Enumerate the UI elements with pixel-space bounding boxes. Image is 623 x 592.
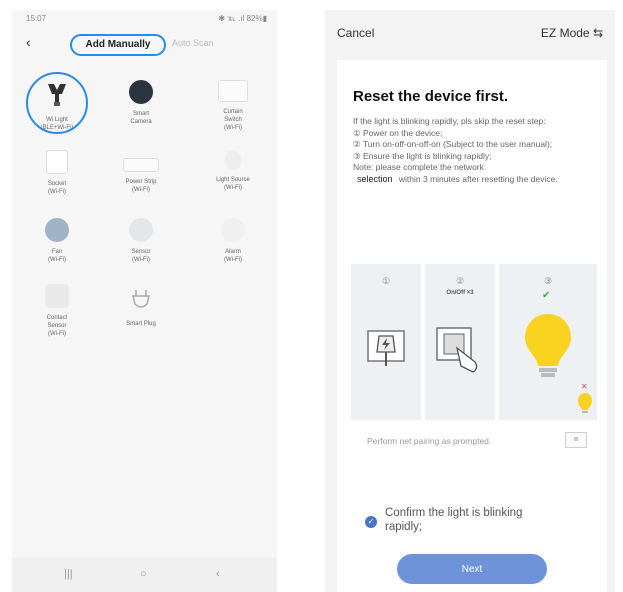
status-icons: ✱ ℡ .ıl 82%▮: [218, 14, 267, 23]
panel-power-on: ①: [351, 264, 421, 420]
device-label: Contact Sensor (Wi-Fi): [46, 315, 68, 337]
next-button[interactable]: Next: [397, 554, 547, 584]
step-number: ①: [381, 276, 391, 286]
ez-mode-switch[interactable]: EZ Mode ⇆: [541, 26, 603, 40]
confirm-label: Confirm the light is blinking rapidly;: [385, 506, 545, 534]
power-strip-icon: [123, 158, 159, 172]
sensor-icon: [129, 218, 153, 242]
switch-icon: [218, 80, 248, 102]
device-light-source[interactable]: Light Source (Wi-Fi): [198, 150, 268, 192]
device-label: Curtain Switch (Wi-Fi): [223, 109, 243, 131]
tab-auto-scan[interactable]: Auto Scan: [172, 38, 214, 48]
intro-text: If the light is blinking rapidly, pls sk…: [353, 116, 546, 126]
highlight-circle: [26, 72, 88, 134]
device-power-strip[interactable]: Power Strip (Wi-Fi): [106, 150, 176, 194]
plug-icon: [126, 284, 156, 314]
panel-blinking-light: ③ ✔ ✕: [499, 264, 597, 420]
step-number: ③: [543, 276, 553, 286]
camera-icon: [129, 80, 153, 104]
device-sensor[interactable]: Sensor (Wi-Fi): [106, 218, 176, 264]
device-curtain-switch[interactable]: Curtain Switch (Wi-Fi): [198, 80, 268, 132]
device-label: Fan (Wi-Fi): [48, 249, 66, 263]
prompt-info-button[interactable]: ≣: [565, 432, 587, 448]
confirm-checkbox[interactable]: ✓: [365, 516, 377, 528]
panel-toggle-switch: ② On/Off ×3: [425, 264, 495, 420]
add-device-screen: 15:07 ✱ ℡ .ıl 82%▮ ‹ Add Manually Auto S…: [12, 10, 277, 592]
fan-icon: [45, 218, 69, 242]
recent-apps-button[interactable]: |||: [64, 568, 73, 580]
device-label: Power Strip (Wi-Fi): [125, 179, 157, 193]
home-button[interactable]: ○: [140, 568, 147, 580]
system-nav-bar: ||| ○ ‹: [12, 558, 277, 592]
alarm-icon: [221, 218, 245, 242]
device-label: Alarm (Wi-Fi): [224, 249, 242, 263]
device-smart-plug[interactable]: Smart Plug: [106, 284, 176, 328]
device-label: Sensor (Wi-Fi): [131, 249, 151, 263]
back-button[interactable]: ‹: [26, 34, 31, 50]
step-3: ③ Ensure the light is blinking rapidly;: [353, 150, 492, 161]
note-text: Note: please complete the network: [353, 162, 484, 172]
step-number: ②: [455, 276, 465, 286]
reset-device-screen: Cancel EZ Mode ⇆ Reset the device first.…: [325, 10, 615, 592]
instructions-text: If the light is blinking rapidly, pls sk…: [353, 116, 597, 186]
nav-back-button[interactable]: ‹: [216, 568, 220, 580]
device-label: Light Source (Wi-Fi): [216, 177, 250, 191]
small-bulb-icon: [578, 393, 592, 413]
bulb-icon: [225, 150, 241, 170]
status-time: 15:07: [26, 14, 47, 23]
lit-bulb-icon: [525, 314, 571, 377]
page-title: Reset the device first.: [353, 88, 509, 105]
device-alarm[interactable]: Alarm (Wi-Fi): [198, 218, 268, 264]
note-selection: selection: [353, 171, 397, 186]
contact-sensor-icon: [45, 284, 69, 308]
power-plug-icon: [367, 330, 405, 366]
device-socket[interactable]: Socket (Wi-Fi): [22, 150, 92, 196]
step-2: ② Turn on-off-on-off-on (Subject to the …: [353, 139, 553, 149]
reset-steps-illustration: ① ② On/Off ×3 ③ ✔ ✕: [351, 264, 597, 420]
cross-icon: ✕: [581, 382, 588, 391]
step-1: ① Power on the device;: [353, 127, 443, 138]
device-label: Socket (Wi-Fi): [47, 181, 67, 195]
tab-add-manually[interactable]: Add Manually: [70, 34, 166, 56]
toggle-count: On/Off ×3: [446, 290, 474, 296]
device-fan[interactable]: Fan (Wi-Fi): [22, 218, 92, 264]
device-smart-camera[interactable]: Smart Camera: [106, 80, 176, 126]
check-icon: ✔: [542, 290, 551, 301]
socket-icon: [46, 150, 68, 174]
device-label: Smart Plug: [126, 321, 156, 327]
switch-hand-icon: [436, 327, 478, 373]
cancel-button[interactable]: Cancel: [337, 26, 374, 40]
note-text-2: within 3 minutes after resetting the dev…: [398, 173, 558, 184]
device-contact-sensor[interactable]: Contact Sensor (Wi-Fi): [22, 284, 92, 338]
pairing-prompt-text: Perform net pairing as prompted.: [367, 436, 492, 446]
device-label: Smart Camera: [130, 111, 152, 125]
reset-instructions-card: Reset the device first. If the light is …: [337, 60, 607, 592]
